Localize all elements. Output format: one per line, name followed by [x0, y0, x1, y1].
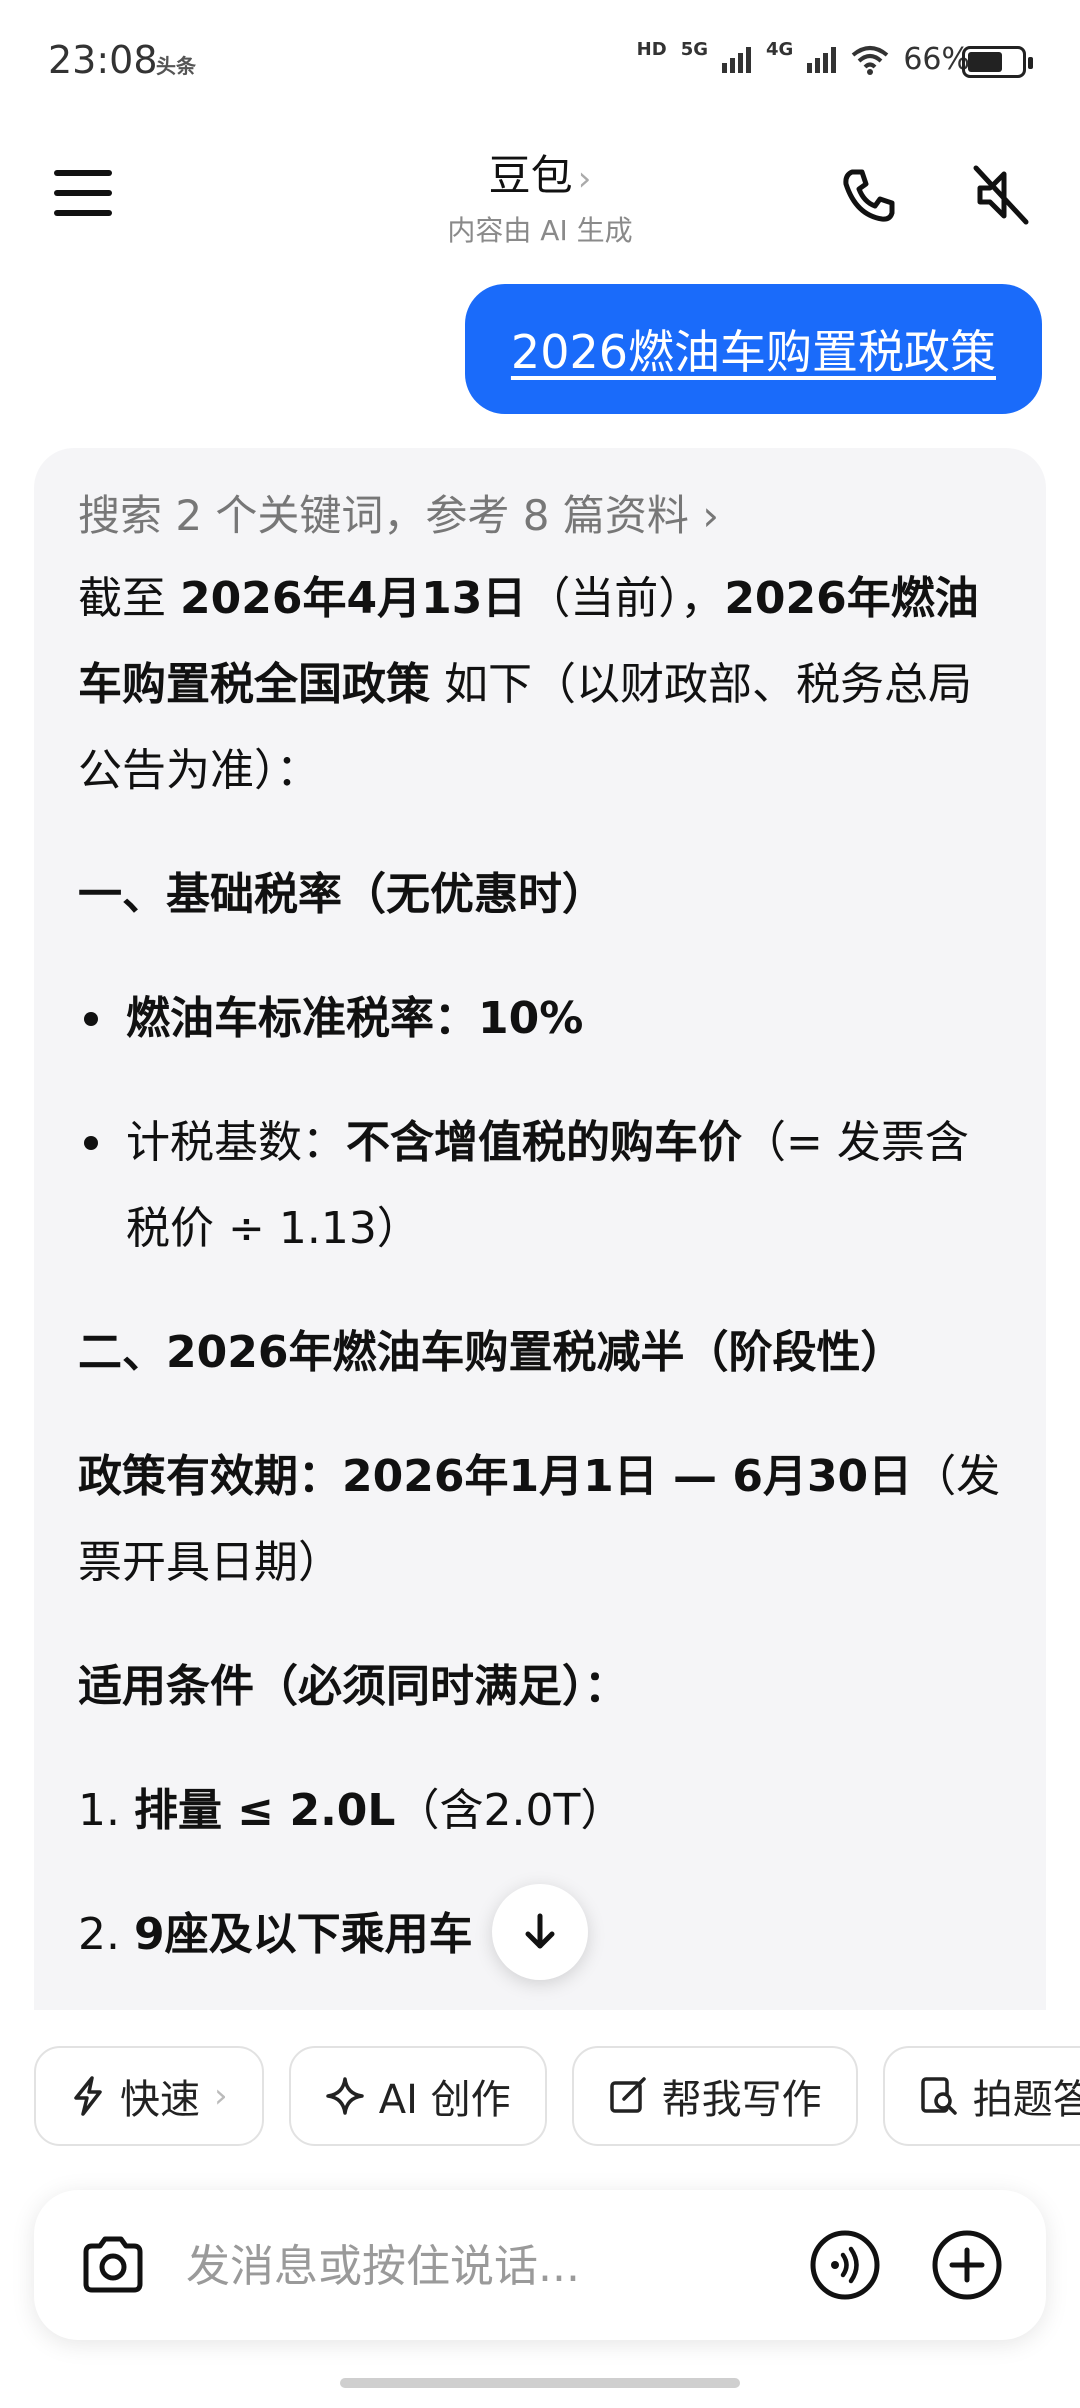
battery-fill [968, 52, 1002, 72]
section-heading: 一、基础税率（无优惠时） [78, 869, 606, 920]
section-heading: 二、2026年燃油车购置税减半（阶段性） [78, 1327, 905, 1378]
conditions-title: 适用条件（必须同时满足）： [78, 1661, 628, 1712]
lightning-icon [74, 2076, 102, 2116]
voice-call-icon[interactable] [808, 2228, 882, 2302]
message-input[interactable] [184, 2225, 788, 2307]
edit-icon [609, 2077, 646, 2113]
signal-4g-icon [807, 46, 837, 73]
home-indicator[interactable] [340, 2378, 740, 2388]
title-block[interactable]: 豆包 › 内容由 AI 生成 [0, 142, 1080, 249]
bullet-icon [84, 1136, 98, 1150]
signal-5g-icon [722, 46, 751, 73]
list-item: 燃油车标准税率：10% [78, 976, 1002, 1062]
mute-icon[interactable] [966, 160, 1036, 230]
hd-icon: HD [636, 39, 667, 60]
plus-icon[interactable] [930, 2228, 1004, 2302]
user-message-bubble[interactable]: 2026燃油车购置税政策 [464, 284, 1042, 414]
page-title: 豆包 [488, 151, 573, 200]
page-subtitle: 内容由 AI 生成 [447, 214, 633, 247]
chip-fast[interactable]: 快速 › [34, 2046, 264, 2146]
list-item: 1. 排量 ≤ 2.0L（含2.0T） [78, 1785, 625, 1836]
battery-tip [1028, 57, 1033, 69]
chip-photo-question[interactable]: 拍题答疑 [882, 2046, 1080, 2146]
toutiao-badge-icon: 头条 [156, 54, 196, 78]
battery-icon [962, 46, 1033, 78]
message-input-bar [34, 2190, 1046, 2340]
policy-validity: 政策有效期：2026年1月1日 — 6月30日（发票开具日期） [78, 1451, 1001, 1588]
chevron-right-icon: › [214, 2076, 228, 2116]
ai-answer-card: 搜索 2 个关键词，参考 8 篇资料 › 截至 2026年4月13日（当前），2… [34, 448, 1046, 2010]
status-time: 23:08 [48, 38, 158, 82]
5g-label: 5G [680, 39, 708, 60]
battery-percent: 66% [903, 42, 970, 77]
bullet-icon [84, 1012, 98, 1026]
arrow-down-icon [525, 1913, 555, 1949]
camera-icon[interactable] [76, 2228, 150, 2302]
wifi-icon [852, 45, 889, 75]
scroll-down-button[interactable] [492, 1884, 588, 1980]
chat-header: 豆包 › 内容由 AI 生成 [0, 130, 1080, 260]
chip-write[interactable]: 帮我写作 [571, 2046, 858, 2146]
phone-icon[interactable] [834, 160, 904, 230]
status-bar: 23:08 头条 HD 5G 4G 66% [0, 0, 1080, 120]
quick-actions: 快速› AI 创作 帮我写作 拍题答疑 [34, 2046, 1080, 2150]
answer-intro: 截至 2026年4月13日（当前），2026年燃油车购置税全国政策 如下（以财政… [78, 573, 979, 796]
sparkle-icon [325, 2077, 364, 2115]
search-references-link[interactable]: 搜索 2 个关键词，参考 8 篇资料 › [78, 476, 1002, 556]
status-icons: HD 5G 4G 66% [636, 39, 970, 77]
scan-search-icon [921, 2077, 957, 2115]
list-item: 计税基数：不含增值税的购车价（= 发票含税价 ÷ 1.13） [78, 1100, 1002, 1272]
chip-ai-create[interactable]: AI 创作 [288, 2046, 547, 2146]
title-chevron-icon: › [577, 159, 592, 199]
4g-label: 4G [766, 39, 794, 60]
